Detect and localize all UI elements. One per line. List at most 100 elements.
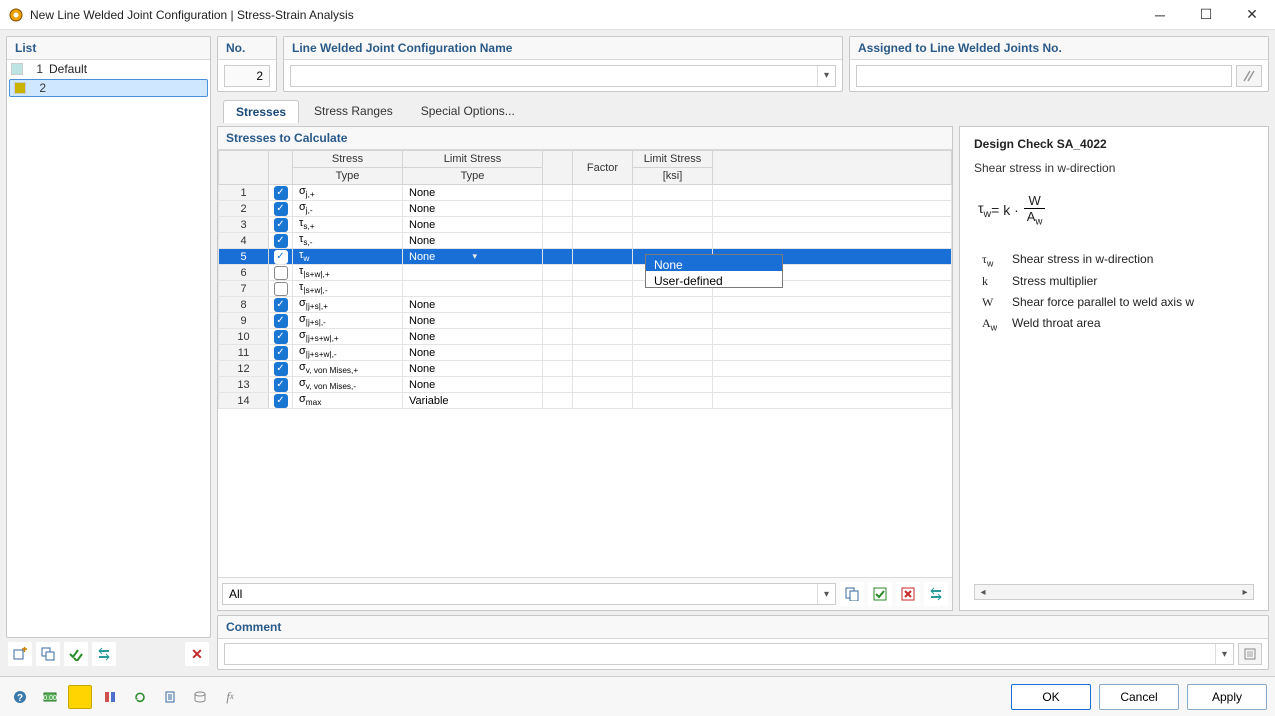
limit-type-cell[interactable]: None: [403, 201, 543, 217]
row-checkbox[interactable]: [274, 282, 288, 296]
limit-type-cell[interactable]: None: [403, 329, 543, 345]
stress-type-cell[interactable]: σ|j+s|,+: [293, 297, 403, 313]
comment-input[interactable]: [225, 647, 1215, 661]
factor-cell[interactable]: [573, 329, 633, 345]
scroll-left-icon[interactable]: ◂: [975, 587, 991, 598]
stress-type-cell[interactable]: τ|s+w|,+: [293, 265, 403, 281]
structure-view-button[interactable]: [98, 685, 122, 709]
dropdown-item[interactable]: None: [646, 255, 782, 271]
config-list[interactable]: 1 Default 2: [7, 60, 210, 637]
limit-type-cell[interactable]: [403, 265, 543, 281]
new-config-button[interactable]: [8, 642, 32, 666]
filter-input[interactable]: [223, 587, 817, 601]
uncheck-selected-button[interactable]: [896, 582, 920, 606]
factor-cell[interactable]: [573, 233, 633, 249]
close-button[interactable]: ✕: [1229, 0, 1275, 30]
chevron-down-icon[interactable]: ▾: [473, 251, 537, 262]
table-row[interactable]: 7 τ|s+w|,-: [219, 281, 952, 297]
limit-value-cell[interactable]: [633, 345, 713, 361]
units-button[interactable]: 0.00: [38, 685, 62, 709]
stress-type-cell[interactable]: σ|j+s+w|,+: [293, 329, 403, 345]
limit-value-cell[interactable]: [633, 361, 713, 377]
row-checkbox[interactable]: ✓: [274, 362, 288, 376]
database-button[interactable]: [188, 685, 212, 709]
comment-combo[interactable]: ▾: [224, 643, 1234, 665]
tab-stresses[interactable]: Stresses: [223, 100, 299, 123]
apply-button[interactable]: Apply: [1187, 684, 1267, 710]
table-row[interactable]: 2 ✓ σj,- None: [219, 201, 952, 217]
limit-type-cell[interactable]: None: [403, 217, 543, 233]
row-checkbox[interactable]: ✓: [274, 394, 288, 408]
row-checkbox[interactable]: ✓: [274, 330, 288, 344]
factor-cell[interactable]: [573, 185, 633, 201]
limit-type-cell[interactable]: None: [403, 377, 543, 393]
col-limit-type[interactable]: Limit Stress: [403, 151, 543, 168]
maximize-button[interactable]: ☐: [1183, 0, 1229, 30]
table-row[interactable]: 12 ✓ σv, von Mises,+ None: [219, 361, 952, 377]
tab-stress-ranges[interactable]: Stress Ranges: [301, 99, 406, 122]
list-item[interactable]: 1 Default: [7, 60, 210, 78]
table-row[interactable]: 11 ✓ σ|j+s+w|,- None: [219, 345, 952, 361]
stress-type-cell[interactable]: σj,-: [293, 201, 403, 217]
limit-value-cell[interactable]: [633, 217, 713, 233]
table-row[interactable]: 5 ✓ τw None▾: [219, 249, 952, 265]
table-row[interactable]: 8 ✓ σ|j+s|,+ None: [219, 297, 952, 313]
help-button[interactable]: ?: [8, 685, 32, 709]
limit-type-cell[interactable]: None: [403, 345, 543, 361]
table-row[interactable]: 1 ✓ σj,+ None: [219, 185, 952, 201]
filter-combo[interactable]: ▾: [222, 583, 836, 605]
limit-type-cell[interactable]: None: [403, 185, 543, 201]
minimize-button[interactable]: ─: [1137, 0, 1183, 30]
copy-rows-button[interactable]: [840, 582, 864, 606]
help-hscrollbar[interactable]: ◂ ▸: [974, 584, 1254, 600]
limit-type-dropdown[interactable]: NoneUser-defined: [645, 254, 783, 288]
no-input[interactable]: [224, 65, 270, 87]
factor-cell[interactable]: [573, 265, 633, 281]
limit-value-cell[interactable]: [633, 233, 713, 249]
limit-value-cell[interactable]: [633, 201, 713, 217]
limit-type-cell[interactable]: None▾: [403, 249, 543, 265]
factor-cell[interactable]: [573, 201, 633, 217]
limit-type-cell[interactable]: None: [403, 233, 543, 249]
stress-type-cell[interactable]: σmax: [293, 393, 403, 409]
assigned-input[interactable]: [856, 65, 1232, 87]
dropdown-item[interactable]: User-defined: [646, 271, 782, 287]
copy-config-button[interactable]: [36, 642, 60, 666]
row-checkbox[interactable]: ✓: [274, 234, 288, 248]
stress-type-cell[interactable]: σ|j+s|,-: [293, 313, 403, 329]
table-row[interactable]: 10 ✓ σ|j+s+w|,+ None: [219, 329, 952, 345]
cancel-button[interactable]: Cancel: [1099, 684, 1179, 710]
list-item[interactable]: 2: [9, 79, 208, 97]
pick-joints-button[interactable]: [1236, 65, 1262, 87]
chevron-down-icon[interactable]: ▾: [817, 584, 835, 604]
table-row[interactable]: 4 ✓ τs,- None: [219, 233, 952, 249]
swap-checks-button[interactable]: [924, 582, 948, 606]
function-button[interactable]: fx: [218, 685, 242, 709]
limit-value-cell[interactable]: [633, 393, 713, 409]
limit-value-cell[interactable]: [633, 329, 713, 345]
chevron-down-icon[interactable]: ▾: [1215, 644, 1233, 664]
row-checkbox[interactable]: ✓: [274, 298, 288, 312]
config-name-input[interactable]: [291, 69, 817, 83]
limit-value-cell[interactable]: [633, 297, 713, 313]
row-checkbox[interactable]: ✓: [274, 250, 288, 264]
refresh-button[interactable]: [128, 685, 152, 709]
factor-cell[interactable]: [573, 217, 633, 233]
factor-cell[interactable]: [573, 297, 633, 313]
config-name-combo[interactable]: ▾: [290, 65, 836, 87]
stress-type-cell[interactable]: σ|j+s+w|,-: [293, 345, 403, 361]
factor-cell[interactable]: [573, 361, 633, 377]
col-factor[interactable]: Factor: [573, 151, 633, 185]
table-row[interactable]: 6 τ|s+w|,+: [219, 265, 952, 281]
factor-cell[interactable]: [573, 249, 633, 265]
row-checkbox[interactable]: ✓: [274, 202, 288, 216]
factor-cell[interactable]: [573, 313, 633, 329]
limit-type-cell[interactable]: Variable: [403, 393, 543, 409]
limit-type-cell[interactable]: None: [403, 313, 543, 329]
delete-config-button[interactable]: ✕: [185, 642, 209, 666]
factor-cell[interactable]: [573, 281, 633, 297]
stress-type-cell[interactable]: τ|s+w|,-: [293, 281, 403, 297]
stress-type-cell[interactable]: τs,-: [293, 233, 403, 249]
limit-type-cell[interactable]: None: [403, 361, 543, 377]
table-row[interactable]: 13 ✓ σv, von Mises,- None: [219, 377, 952, 393]
